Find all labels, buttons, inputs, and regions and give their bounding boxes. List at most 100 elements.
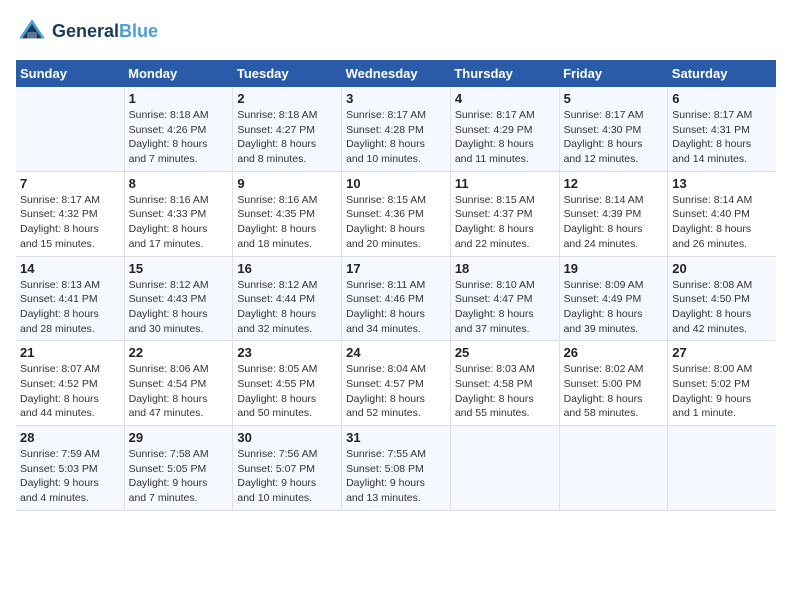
day-detail: Sunrise: 7:58 AM Sunset: 5:05 PM Dayligh…: [129, 447, 229, 506]
calendar-cell: 9 Sunrise: 8:16 AM Sunset: 4:35 PM Daylig…: [233, 171, 342, 256]
calendar-cell: 13 Sunrise: 8:14 AM Sunset: 4:40 PM Dayli…: [668, 171, 776, 256]
day-number: 15: [129, 261, 229, 276]
day-detail: Sunrise: 8:03 AM Sunset: 4:58 PM Dayligh…: [455, 362, 555, 421]
day-of-week-header: Friday: [559, 60, 668, 87]
day-detail: Sunrise: 8:18 AM Sunset: 4:27 PM Dayligh…: [237, 108, 337, 167]
day-number: 7: [20, 176, 120, 191]
day-number: 6: [672, 91, 772, 106]
page-header: GeneralBlue: [16, 16, 776, 48]
calendar-cell: 27 Sunrise: 8:00 AM Sunset: 5:02 PM Dayli…: [668, 341, 776, 426]
day-number: 28: [20, 430, 120, 445]
day-of-week-header: Monday: [124, 60, 233, 87]
day-detail: Sunrise: 8:11 AM Sunset: 4:46 PM Dayligh…: [346, 278, 446, 337]
day-number: 16: [237, 261, 337, 276]
calendar-cell: 11 Sunrise: 8:15 AM Sunset: 4:37 PM Dayli…: [450, 171, 559, 256]
day-detail: Sunrise: 8:15 AM Sunset: 4:36 PM Dayligh…: [346, 193, 446, 252]
calendar-cell: 19 Sunrise: 8:09 AM Sunset: 4:49 PM Dayli…: [559, 256, 668, 341]
day-detail: Sunrise: 8:16 AM Sunset: 4:33 PM Dayligh…: [129, 193, 229, 252]
day-number: 13: [672, 176, 772, 191]
day-number: 25: [455, 345, 555, 360]
calendar-cell: 22 Sunrise: 8:06 AM Sunset: 4:54 PM Dayli…: [124, 341, 233, 426]
day-detail: Sunrise: 8:15 AM Sunset: 4:37 PM Dayligh…: [455, 193, 555, 252]
day-number: 17: [346, 261, 446, 276]
calendar-cell: 26 Sunrise: 8:02 AM Sunset: 5:00 PM Dayli…: [559, 341, 668, 426]
day-detail: Sunrise: 8:17 AM Sunset: 4:32 PM Dayligh…: [20, 193, 120, 252]
logo: GeneralBlue: [16, 16, 158, 48]
calendar-cell: [16, 87, 124, 171]
day-detail: Sunrise: 8:13 AM Sunset: 4:41 PM Dayligh…: [20, 278, 120, 337]
calendar-cell: [450, 426, 559, 511]
calendar-cell: [668, 426, 776, 511]
day-detail: Sunrise: 8:14 AM Sunset: 4:40 PM Dayligh…: [672, 193, 772, 252]
calendar-header-row: SundayMondayTuesdayWednesdayThursdayFrid…: [16, 60, 776, 87]
logo-icon: [16, 16, 48, 48]
day-detail: Sunrise: 8:07 AM Sunset: 4:52 PM Dayligh…: [20, 362, 120, 421]
day-number: 10: [346, 176, 446, 191]
day-number: 8: [129, 176, 229, 191]
day-number: 12: [564, 176, 664, 191]
day-detail: Sunrise: 8:06 AM Sunset: 4:54 PM Dayligh…: [129, 362, 229, 421]
day-detail: Sunrise: 8:14 AM Sunset: 4:39 PM Dayligh…: [564, 193, 664, 252]
day-number: 23: [237, 345, 337, 360]
day-number: 31: [346, 430, 446, 445]
calendar-week-row: 14 Sunrise: 8:13 AM Sunset: 4:41 PM Dayli…: [16, 256, 776, 341]
day-detail: Sunrise: 8:00 AM Sunset: 5:02 PM Dayligh…: [672, 362, 772, 421]
calendar-week-row: 21Sunrise: 8:07 AM Sunset: 4:52 PM Dayli…: [16, 341, 776, 426]
calendar-cell: 24Sunrise: 8:04 AM Sunset: 4:57 PM Dayli…: [342, 341, 451, 426]
logo-text: GeneralBlue: [52, 22, 158, 42]
day-number: 5: [564, 91, 664, 106]
calendar-cell: 28 Sunrise: 7:59 AM Sunset: 5:03 PM Dayli…: [16, 426, 124, 511]
day-detail: Sunrise: 8:17 AM Sunset: 4:31 PM Dayligh…: [672, 108, 772, 167]
calendar-table: SundayMondayTuesdayWednesdayThursdayFrid…: [16, 60, 776, 511]
day-detail: Sunrise: 7:55 AM Sunset: 5:08 PM Dayligh…: [346, 447, 446, 506]
calendar-cell: 18Sunrise: 8:10 AM Sunset: 4:47 PM Dayli…: [450, 256, 559, 341]
calendar-cell: 20 Sunrise: 8:08 AM Sunset: 4:50 PM Dayli…: [668, 256, 776, 341]
day-detail: Sunrise: 8:05 AM Sunset: 4:55 PM Dayligh…: [237, 362, 337, 421]
day-number: 20: [672, 261, 772, 276]
day-detail: Sunrise: 8:08 AM Sunset: 4:50 PM Dayligh…: [672, 278, 772, 337]
day-detail: Sunrise: 8:17 AM Sunset: 4:29 PM Dayligh…: [455, 108, 555, 167]
day-of-week-header: Sunday: [16, 60, 124, 87]
day-detail: Sunrise: 8:12 AM Sunset: 4:44 PM Dayligh…: [237, 278, 337, 337]
calendar-cell: [559, 426, 668, 511]
day-number: 30: [237, 430, 337, 445]
day-number: 29: [129, 430, 229, 445]
calendar-cell: 6 Sunrise: 8:17 AM Sunset: 4:31 PM Daylig…: [668, 87, 776, 171]
day-number: 22: [129, 345, 229, 360]
calendar-cell: 17 Sunrise: 8:11 AM Sunset: 4:46 PM Dayli…: [342, 256, 451, 341]
calendar-cell: 1Sunrise: 8:18 AM Sunset: 4:26 PM Daylig…: [124, 87, 233, 171]
day-number: 1: [129, 91, 229, 106]
calendar-week-row: 28 Sunrise: 7:59 AM Sunset: 5:03 PM Dayli…: [16, 426, 776, 511]
calendar-cell: 12 Sunrise: 8:14 AM Sunset: 4:39 PM Dayli…: [559, 171, 668, 256]
day-number: 9: [237, 176, 337, 191]
calendar-cell: 16 Sunrise: 8:12 AM Sunset: 4:44 PM Dayli…: [233, 256, 342, 341]
day-detail: Sunrise: 8:09 AM Sunset: 4:49 PM Dayligh…: [564, 278, 664, 337]
calendar-cell: 23 Sunrise: 8:05 AM Sunset: 4:55 PM Dayli…: [233, 341, 342, 426]
day-detail: Sunrise: 8:17 AM Sunset: 4:30 PM Dayligh…: [564, 108, 664, 167]
day-detail: Sunrise: 8:16 AM Sunset: 4:35 PM Dayligh…: [237, 193, 337, 252]
calendar-cell: 4Sunrise: 8:17 AM Sunset: 4:29 PM Daylig…: [450, 87, 559, 171]
calendar-cell: 30Sunrise: 7:56 AM Sunset: 5:07 PM Dayli…: [233, 426, 342, 511]
calendar-cell: 25 Sunrise: 8:03 AM Sunset: 4:58 PM Dayli…: [450, 341, 559, 426]
day-number: 14: [20, 261, 120, 276]
day-number: 2: [237, 91, 337, 106]
day-detail: Sunrise: 8:02 AM Sunset: 5:00 PM Dayligh…: [564, 362, 664, 421]
calendar-cell: 5 Sunrise: 8:17 AM Sunset: 4:30 PM Daylig…: [559, 87, 668, 171]
day-of-week-header: Saturday: [668, 60, 776, 87]
calendar-week-row: 1Sunrise: 8:18 AM Sunset: 4:26 PM Daylig…: [16, 87, 776, 171]
calendar-cell: 10 Sunrise: 8:15 AM Sunset: 4:36 PM Dayli…: [342, 171, 451, 256]
calendar-week-row: 7 Sunrise: 8:17 AM Sunset: 4:32 PM Daylig…: [16, 171, 776, 256]
day-number: 11: [455, 176, 555, 191]
day-of-week-header: Thursday: [450, 60, 559, 87]
day-number: 19: [564, 261, 664, 276]
calendar-body: 1Sunrise: 8:18 AM Sunset: 4:26 PM Daylig…: [16, 87, 776, 510]
day-detail: Sunrise: 7:59 AM Sunset: 5:03 PM Dayligh…: [20, 447, 120, 506]
day-number: 27: [672, 345, 772, 360]
day-of-week-header: Wednesday: [342, 60, 451, 87]
day-detail: Sunrise: 8:04 AM Sunset: 4:57 PM Dayligh…: [346, 362, 446, 421]
day-number: 3: [346, 91, 446, 106]
calendar-cell: 3Sunrise: 8:17 AM Sunset: 4:28 PM Daylig…: [342, 87, 451, 171]
day-number: 26: [564, 345, 664, 360]
day-of-week-header: Tuesday: [233, 60, 342, 87]
calendar-cell: 31 Sunrise: 7:55 AM Sunset: 5:08 PM Dayli…: [342, 426, 451, 511]
